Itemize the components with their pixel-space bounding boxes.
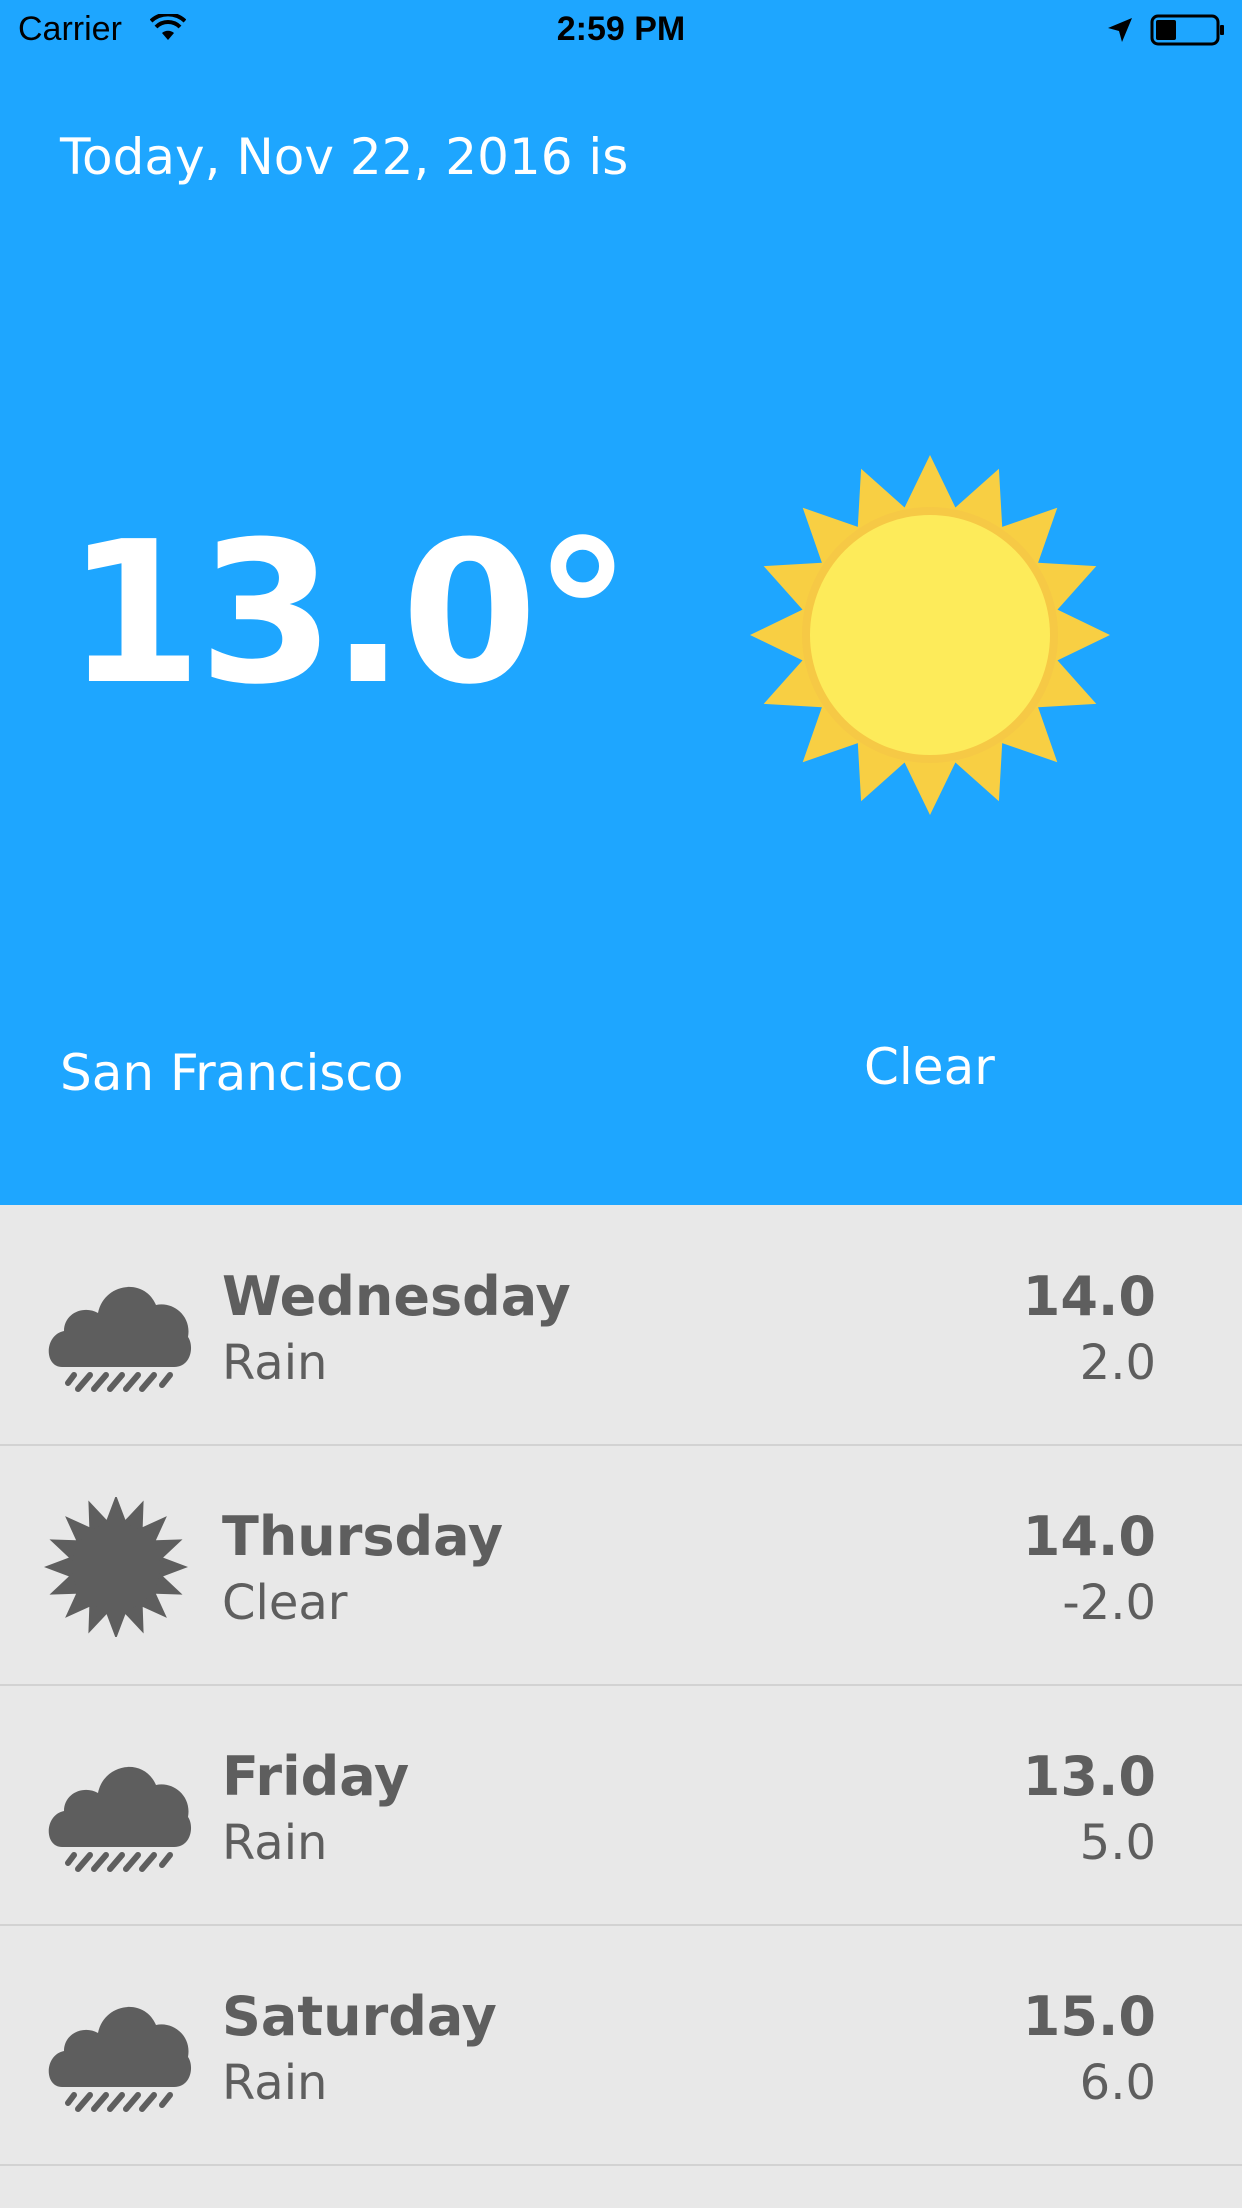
location-arrow-icon [1108,18,1132,42]
forecast-row-friday[interactable]: Friday Rain 13.0 5.0 [0,1685,1242,1926]
forecast-low: 2.0 [1079,1335,1156,1391]
rain-cloud-icon [44,1977,204,2117]
forecast-day: Thursday [222,1505,504,1568]
forecast-low: 5.0 [1079,1815,1156,1871]
date-line: Today, Nov 22, 2016 is [60,128,629,186]
forecast-day: Wednesday [222,1265,571,1328]
forecast-low: -2.0 [1062,1575,1156,1631]
sun-icon [750,455,1110,815]
forecast-condition: Rain [222,1815,328,1871]
today-panel: Carrier 2:59 PM Today, Nov 22, 2016 is 1… [0,0,1242,1205]
forecast-row-thursday[interactable]: Thursday Clear 14.0 -2.0 [0,1445,1242,1686]
forecast-row-wednesday[interactable]: Wednesday Rain 14.0 2.0 [0,1205,1242,1446]
rain-cloud-icon [44,1737,204,1877]
sun-icon [44,1497,188,1637]
battery-icon [1150,14,1224,46]
forecast-row-saturday[interactable]: Saturday Rain 15.0 6.0 [0,1925,1242,2166]
forecast-list: Wednesday Rain 14.0 2.0 Thursday Clear 1… [0,1205,1242,2208]
forecast-high: 13.0 [1022,1745,1156,1808]
status-time: 2:59 PM [556,10,686,48]
current-temperature: 13.0° [66,500,632,728]
status-bar: Carrier 2:59 PM [0,0,1242,60]
forecast-high: 15.0 [1022,1985,1156,2048]
forecast-low: 6.0 [1079,2055,1156,2111]
forecast-condition: Rain [222,1335,328,1391]
city-name: San Francisco [60,1044,404,1102]
forecast-condition: Rain [222,2055,328,2111]
forecast-high: 14.0 [1022,1505,1156,1568]
forecast-condition: Clear [222,1575,348,1631]
forecast-high: 14.0 [1022,1265,1156,1328]
rain-cloud-icon [44,1257,204,1397]
forecast-day: Saturday [222,1985,497,2048]
current-condition: Clear [864,1038,995,1096]
forecast-day: Friday [222,1745,410,1808]
